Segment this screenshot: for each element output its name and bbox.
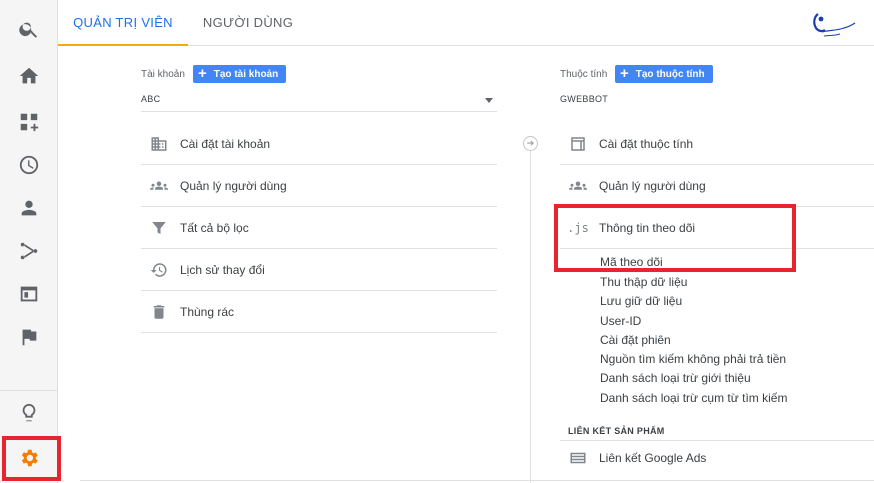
row-property-settings[interactable]: Cài đặt thuộc tính xyxy=(560,123,874,165)
link-data-retention[interactable]: Lưu giữ dữ liệu xyxy=(600,294,682,308)
row-property-user-management[interactable]: Quản lý người dùng xyxy=(560,165,874,207)
link-search-term-exclusion-list[interactable]: Danh sách loại trừ cụm từ tìm kiếm xyxy=(600,391,787,405)
row-label: Quản lý người dùng xyxy=(180,178,287,193)
behavior-icon[interactable] xyxy=(0,274,58,314)
ads-icon xyxy=(568,448,588,468)
trash-icon xyxy=(149,302,169,322)
link-organic-search-sources[interactable]: Nguồn tìm kiếm không phải trả tiền xyxy=(600,352,786,366)
create-property-label: Tạo thuộc tính xyxy=(635,68,705,80)
column-divider xyxy=(530,138,531,483)
home-icon[interactable] xyxy=(0,56,58,96)
account-selected-value: ABC xyxy=(141,94,161,104)
row-account-user-management[interactable]: Quản lý người dùng xyxy=(141,165,497,207)
row-label: Thùng rác xyxy=(180,304,235,319)
tab-admin[interactable]: QUẢN TRỊ VIÊN xyxy=(58,0,188,46)
customization-icon[interactable] xyxy=(0,102,58,142)
js-icon: .js xyxy=(567,220,589,235)
row-change-history[interactable]: Lịch sử thay đổi xyxy=(141,249,497,291)
window-icon xyxy=(568,134,588,154)
tab-users[interactable]: NGƯỜI DÙNG xyxy=(188,0,308,46)
row-all-filters[interactable]: Tất cả bộ lọc xyxy=(141,207,497,249)
link-data-collection[interactable]: Thu thập dữ liệu xyxy=(600,275,687,289)
link-referral-exclusion-list[interactable]: Danh sách loại trừ giới thiệu xyxy=(600,371,751,385)
property-select[interactable]: GWEBBOT xyxy=(560,94,874,112)
history-icon xyxy=(149,260,169,280)
link-tracking-code[interactable]: Mã theo dõi xyxy=(600,255,663,269)
audience-icon[interactable] xyxy=(0,188,58,228)
create-account-label: Tạo tài khoản xyxy=(213,68,279,80)
row-trash[interactable]: Thùng rác xyxy=(141,291,497,333)
row-label: Lịch sử thay đổi xyxy=(180,262,265,277)
plus-icon: + xyxy=(620,65,629,82)
admin-gear-icon[interactable] xyxy=(0,438,58,478)
product-linking-heading: LIÊN KẾT SẢN PHẨM xyxy=(568,426,665,436)
link-session-settings[interactable]: Cài đặt phiên xyxy=(600,333,671,347)
create-property-button[interactable]: + Tạo thuộc tính xyxy=(615,65,713,83)
row-account-settings[interactable]: Cài đặt tài khoản xyxy=(141,123,497,165)
bottom-divider xyxy=(80,480,874,481)
chevron-down-icon xyxy=(485,98,493,103)
arrow-right-icon: ➔ xyxy=(523,136,538,151)
row-label: Cài đặt tài khoản xyxy=(180,136,271,151)
rail-divider xyxy=(0,390,58,391)
row-label: Liên kết Google Ads xyxy=(599,451,707,465)
property-selected-value: GWEBBOT xyxy=(560,94,609,104)
filter-icon xyxy=(149,218,169,238)
discover-icon[interactable] xyxy=(0,393,58,433)
people-icon xyxy=(149,176,169,196)
row-label: Cài đặt thuộc tính xyxy=(599,136,694,151)
plus-icon: + xyxy=(198,65,207,82)
link-user-id[interactable]: User-ID xyxy=(600,314,641,328)
account-label: Tài khoản xyxy=(141,69,185,80)
conversions-icon[interactable] xyxy=(0,317,58,357)
row-label: Quản lý người dùng xyxy=(599,178,706,193)
row-label: Tất cả bộ lọc xyxy=(180,220,249,235)
admin-tabs: QUẢN TRỊ VIÊN NGƯỜI DÙNG xyxy=(58,0,874,46)
create-account-button[interactable]: + Tạo tài khoản xyxy=(193,65,287,83)
left-nav-rail xyxy=(0,0,58,483)
row-tracking-info[interactable]: .js Thông tin theo dõi xyxy=(560,207,874,249)
row-google-ads-linking[interactable]: Liên kết Google Ads xyxy=(560,437,874,479)
building-icon xyxy=(149,134,169,154)
property-label: Thuộc tính xyxy=(560,69,608,80)
row-label: Thông tin theo dõi xyxy=(599,220,696,235)
search-icon[interactable] xyxy=(0,9,58,49)
people-icon xyxy=(568,176,588,196)
account-select[interactable]: ABC xyxy=(141,94,497,112)
acquisition-icon[interactable] xyxy=(0,231,58,271)
realtime-icon[interactable] xyxy=(0,145,58,185)
brand-logo xyxy=(808,10,858,42)
